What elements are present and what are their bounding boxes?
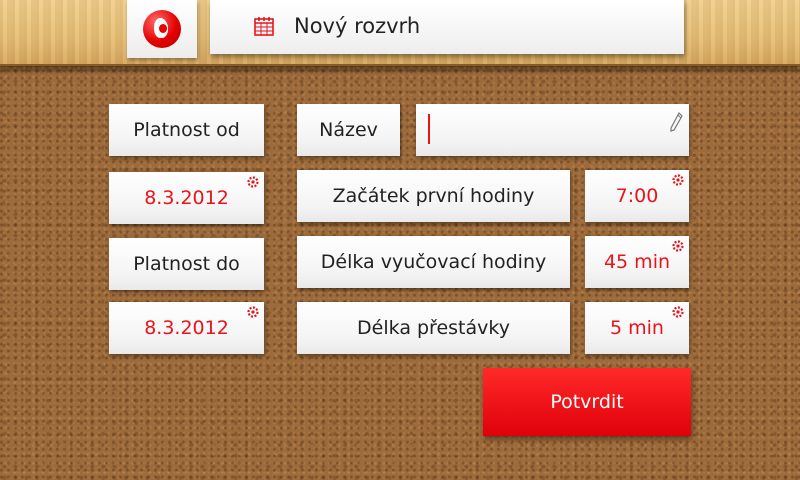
lesson-length-picker[interactable]: 45 min (585, 236, 689, 288)
logo-card (127, 0, 197, 58)
confirm-button[interactable]: Potvrdit (483, 368, 691, 436)
valid-from-date-picker[interactable]: 8.3.2012 (109, 172, 264, 224)
vodafone-logo-icon (143, 10, 181, 48)
name-label: Název (297, 104, 400, 156)
calendar-icon (254, 17, 274, 36)
break-length-label: Délka přestávky (297, 302, 570, 354)
valid-from-label: Platnost od (109, 104, 264, 156)
lesson-length-label: Délka vyučovací hodiny (297, 236, 570, 288)
valid-to-label: Platnost do (109, 238, 264, 290)
break-length-picker[interactable]: 5 min (585, 302, 689, 354)
first-lesson-time-picker[interactable]: 7:00 (585, 170, 689, 222)
valid-to-date-picker[interactable]: 8.3.2012 (109, 302, 264, 354)
title-card: Nový rozvrh (210, 0, 684, 54)
first-lesson-label: Začátek první hodiny (297, 170, 570, 222)
first-lesson-value: 7:00 (615, 185, 659, 207)
gear-icon (247, 176, 259, 188)
name-input[interactable] (416, 104, 689, 156)
gear-icon (672, 306, 684, 318)
pencil-icon (670, 112, 683, 132)
break-length-value: 5 min (610, 317, 664, 339)
gear-icon (247, 306, 259, 318)
gear-icon (672, 174, 684, 186)
top-bar: Nový rozvrh (0, 0, 800, 66)
text-caret (428, 114, 430, 144)
gear-icon (672, 240, 684, 252)
valid-to-value: 8.3.2012 (144, 317, 229, 339)
valid-from-value: 8.3.2012 (144, 187, 229, 209)
lesson-length-value: 45 min (603, 251, 671, 273)
page-title: Nový rozvrh (294, 14, 421, 38)
